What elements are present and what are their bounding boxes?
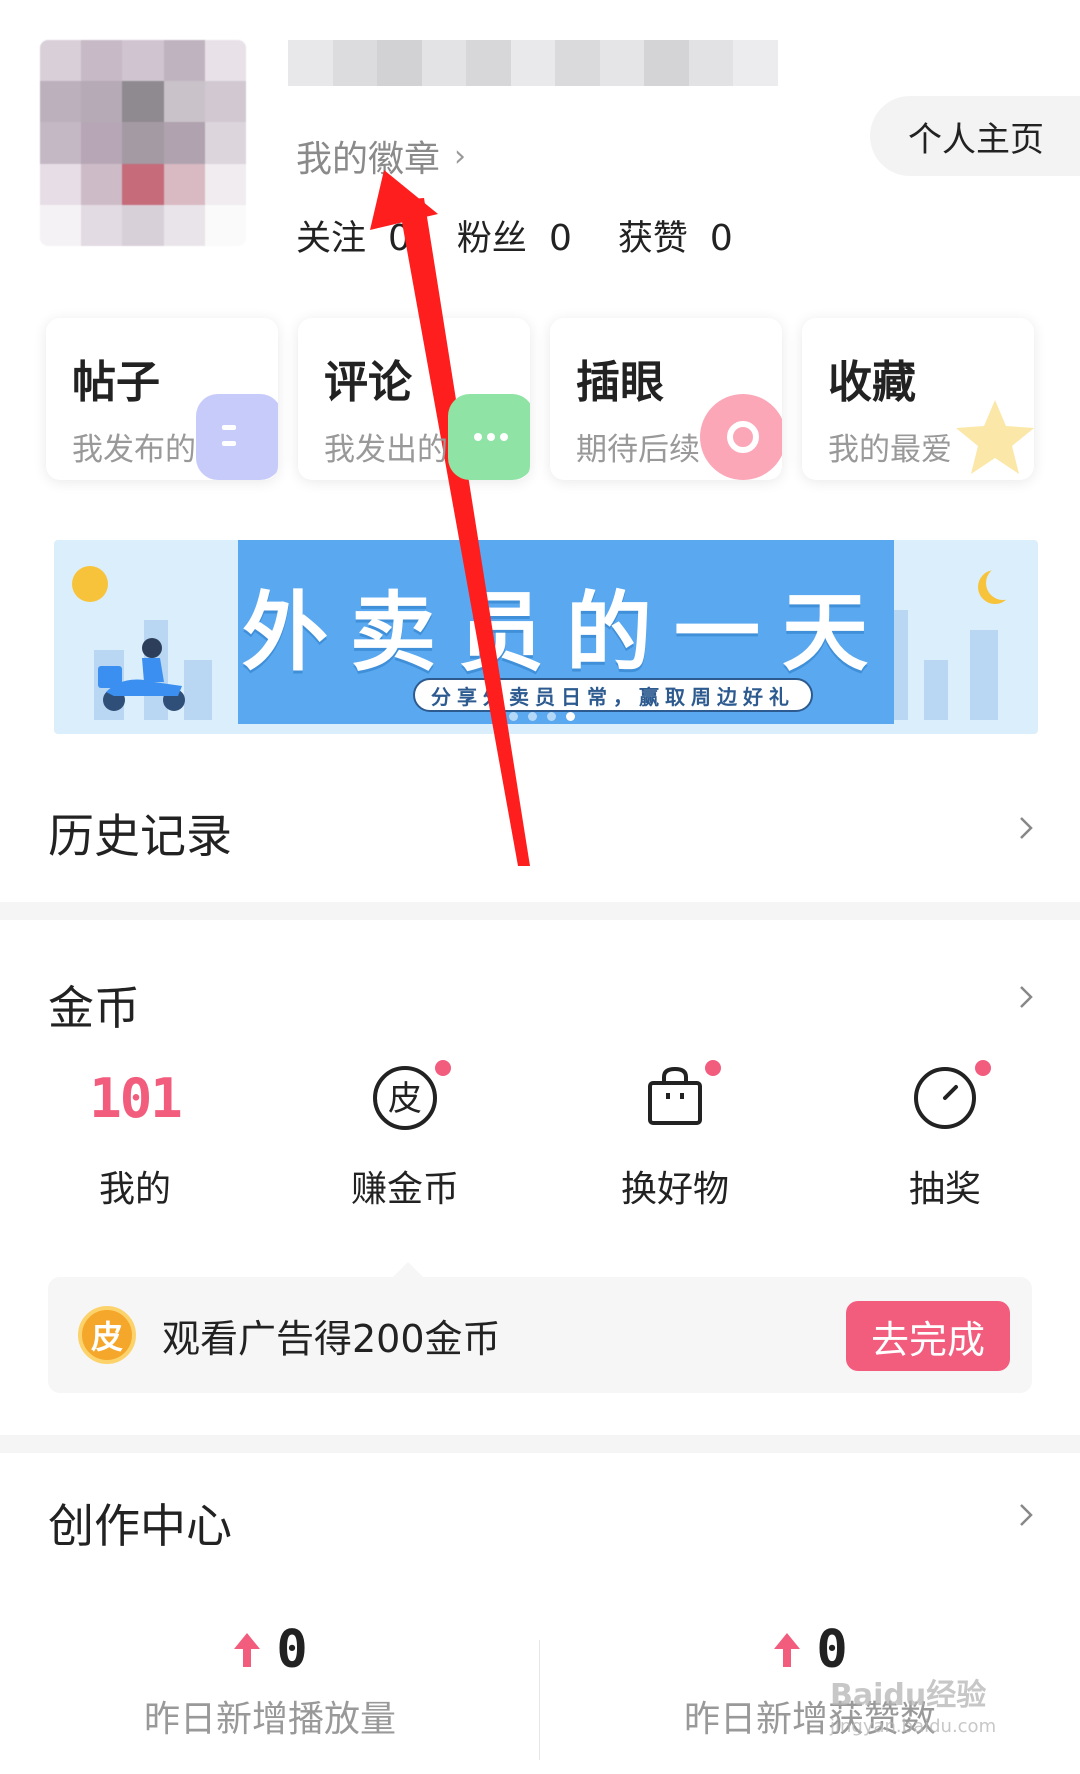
card-subtitle: 我发出的	[324, 432, 448, 468]
quick-cards: 帖子 我发布的 评论 我发出的 插眼 期待后续 收藏 我的最爱	[46, 318, 1034, 480]
new-plays-value: 0	[276, 1620, 308, 1680]
card-favorites[interactable]: 收藏 我的最爱	[802, 318, 1034, 480]
avatar[interactable]	[40, 40, 246, 246]
arrow-up-icon	[234, 1633, 261, 1667]
dial-icon	[914, 1067, 976, 1129]
card-title: 插眼	[576, 357, 664, 408]
stat-fans[interactable]: 粉丝 0	[457, 210, 572, 261]
banner-center-panel: 外卖员的一天 分享外卖员日常，赢取周边好礼	[238, 540, 894, 724]
notification-dot	[705, 1060, 721, 1076]
watermark: Baidu经验 jingyan.baidu.com	[830, 1670, 996, 1737]
my-coins-count: 101	[89, 1066, 183, 1130]
exchange-goods-label: 换好物	[620, 1169, 729, 1210]
profile-home-button[interactable]: 个人主页	[870, 96, 1080, 176]
notification-dot	[435, 1060, 451, 1076]
card-subtitle: 期待后续	[576, 432, 700, 468]
my-coins-label: 我的	[98, 1169, 171, 1210]
my-badges-link[interactable]: 我的徽章 ›	[296, 130, 466, 182]
my-coins[interactable]: 101 我的	[0, 1060, 270, 1220]
sun-icon	[72, 566, 108, 602]
delivery-scooter-icon	[98, 638, 185, 711]
card-posts[interactable]: 帖子 我发布的	[46, 318, 278, 480]
stat-label: 获赞	[617, 219, 688, 259]
profile-stats: 关注 0 粉丝 0 获赞 0	[296, 210, 779, 261]
arrow-up-icon	[774, 1633, 801, 1667]
complete-task-button[interactable]: 去完成	[846, 1301, 1010, 1371]
lottery[interactable]: 抽奖	[810, 1060, 1080, 1220]
chevron-right-icon[interactable]	[1012, 815, 1038, 841]
earn-coins[interactable]: 皮 赚金币	[270, 1060, 540, 1220]
stat-following[interactable]: 关注 0	[296, 210, 411, 261]
svg-text:皮: 皮	[388, 1079, 422, 1119]
stat-label: 粉丝	[456, 219, 527, 259]
new-plays-label: 昨日新增播放量	[143, 1699, 396, 1740]
new-plays-stat[interactable]: 0 昨日新增播放量	[0, 1620, 540, 1742]
card-title: 帖子	[72, 357, 160, 408]
lottery-label: 抽奖	[908, 1169, 981, 1210]
notification-dot	[975, 1060, 991, 1076]
coin-task: 皮 观看广告得200金币 去完成	[48, 1277, 1032, 1393]
banner-pagination	[509, 712, 575, 721]
section-divider	[0, 1435, 1080, 1453]
stat-value: 0	[709, 218, 733, 259]
chevron-right-icon[interactable]	[1012, 984, 1038, 1010]
card-title: 收藏	[828, 357, 916, 408]
exchange-goods[interactable]: 换好物	[540, 1060, 810, 1220]
stat-value: 0	[388, 218, 411, 259]
username-blurred	[288, 40, 779, 86]
watermark-main: Baidu经验	[830, 1678, 987, 1713]
chevron-right-icon: ›	[454, 138, 467, 174]
card-title: 评论	[324, 357, 412, 408]
task-text: 观看广告得200金币	[162, 1316, 501, 1361]
watermark-url: jingyan.baidu.com	[830, 1716, 997, 1737]
stat-value: 0	[548, 218, 572, 259]
my-badges-label: 我的徽章	[296, 139, 441, 180]
banner-title: 外卖员的一天	[242, 583, 890, 683]
creation-center-title[interactable]: 创作中心	[48, 1490, 232, 1556]
shopping-bag-icon	[648, 1066, 702, 1125]
new-likes-stat[interactable]: 0 昨日新增获赞数	[540, 1620, 1080, 1742]
card-bookmarks-eye[interactable]: 插眼 期待后续	[550, 318, 782, 480]
card-comments[interactable]: 评论 我发出的	[298, 318, 530, 480]
coin-icon: 皮	[78, 1306, 136, 1364]
card-subtitle: 我发布的	[72, 432, 196, 468]
section-divider	[0, 902, 1080, 920]
moon-icon	[986, 566, 1020, 600]
pi-coin-icon: 皮	[373, 1066, 437, 1130]
history-title[interactable]: 历史记录	[48, 800, 232, 866]
earn-coins-label: 赚金币	[350, 1169, 459, 1210]
card-subtitle: 我的最爱	[828, 432, 952, 468]
coins-grid: 101 我的 皮 赚金币 换好物 抽奖	[0, 1060, 1080, 1220]
task-pointer	[392, 1262, 424, 1278]
chevron-right-icon[interactable]	[1012, 1502, 1038, 1528]
stat-likes[interactable]: 获赞 0	[618, 210, 733, 261]
promo-banner[interactable]: 外卖员的一天 分享外卖员日常，赢取周边好礼	[54, 540, 1038, 734]
stat-label: 关注	[296, 219, 367, 259]
banner-subtitle: 分享外卖员日常，赢取周边好礼	[413, 678, 813, 712]
coins-title[interactable]: 金币	[48, 972, 140, 1038]
